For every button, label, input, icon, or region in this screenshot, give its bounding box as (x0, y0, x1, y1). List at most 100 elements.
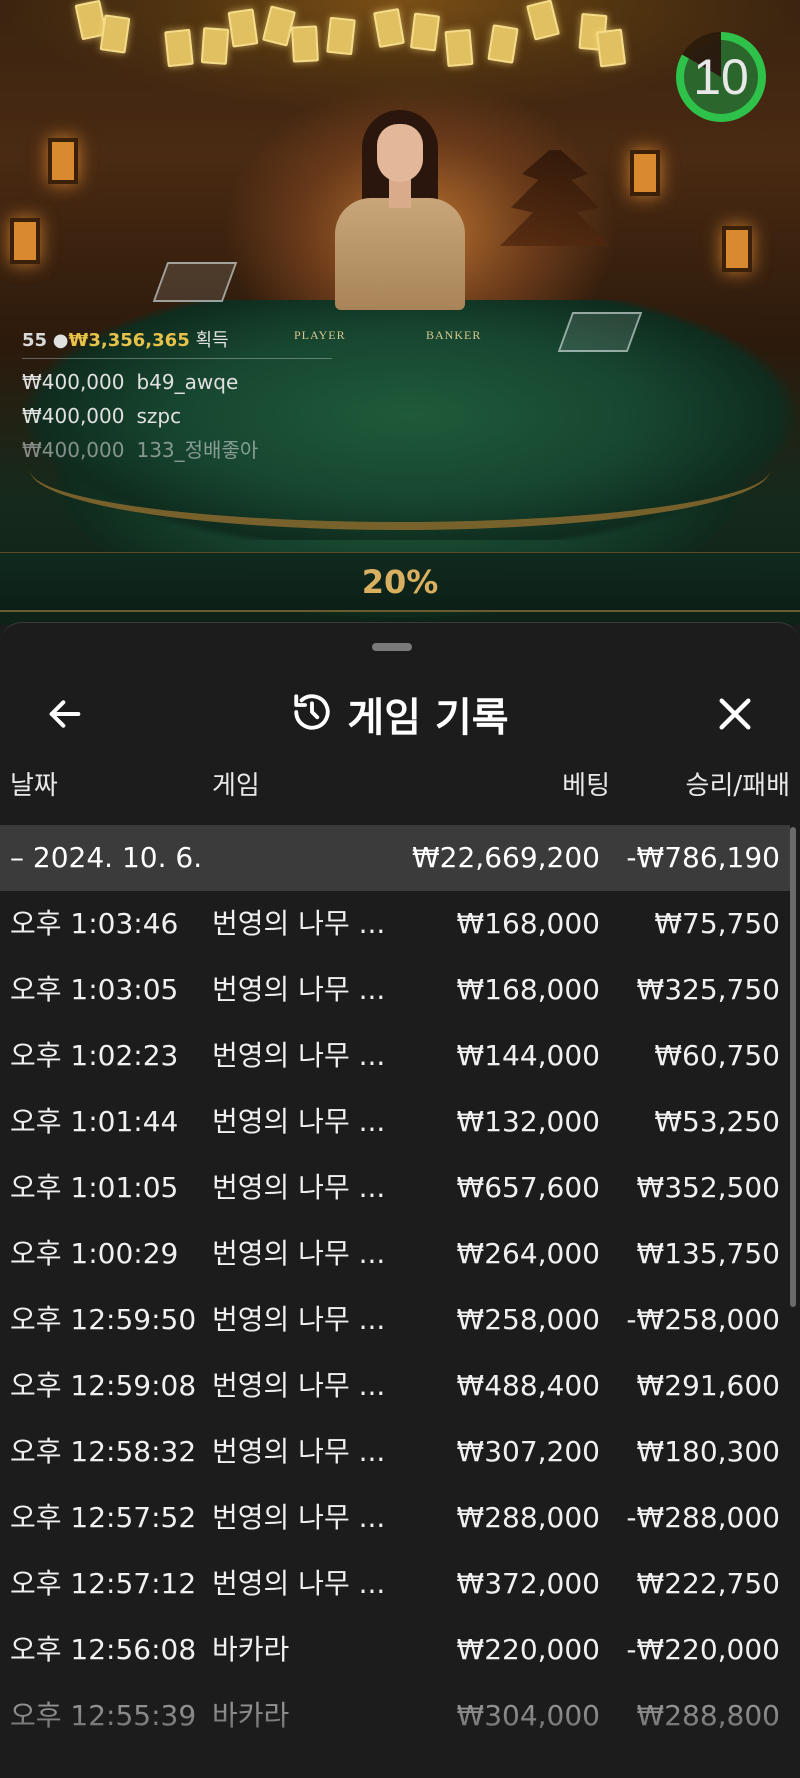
row-game: 번영의 나무 ... (212, 1105, 386, 1138)
table-row[interactable]: 오후 1:03:46 번영의 나무 ... ₩168,000 ₩75,750 (0, 891, 790, 957)
row-time: 오후 1:00:29 (10, 1237, 179, 1270)
row-time: 오후 12:56:08 (10, 1633, 197, 1666)
winner-count: 55 (22, 330, 48, 351)
list-fade (0, 1708, 800, 1778)
table-row[interactable]: 오후 12:56:08 바카라 ₩220,000 -₩220,000 (0, 1617, 790, 1683)
hanging-card (487, 24, 519, 64)
winners-suffix: 획득 (195, 330, 229, 351)
winner-row: ₩400,000 b49_awqe (22, 365, 332, 399)
row-bet: ₩307,200 (456, 1435, 600, 1468)
row-time: 오후 1:01:44 (10, 1105, 179, 1138)
row-time: 오후 12:58:32 (10, 1435, 197, 1468)
drag-handle[interactable] (372, 643, 412, 651)
table-row[interactable]: 오후 12:57:12 번영의 나무 ... ₩372,000 ₩222,750 (0, 1551, 790, 1617)
group-result-total: -₩786,190 (626, 841, 780, 874)
lantern (722, 226, 752, 272)
row-game: 바카라 (212, 1633, 290, 1666)
hanging-card (291, 25, 319, 63)
sheet-header: 게임 기록 (0, 669, 800, 759)
table-header: 날짜 게임 베팅 승리/패배 (0, 765, 800, 821)
betting-timer: 10 (676, 32, 766, 122)
winner-amount: ₩400,000 (22, 438, 125, 462)
history-icon (291, 691, 333, 737)
row-result: ₩53,250 (654, 1105, 780, 1138)
scrollbar[interactable] (790, 827, 796, 1307)
col-result: 승리/패배 (685, 771, 790, 801)
row-game: 번영의 나무 ... (212, 1435, 386, 1468)
table-row[interactable]: 오후 1:01:44 번영의 나무 ... ₩132,000 ₩53,250 (0, 1089, 790, 1155)
row-game: 번영의 나무 ... (212, 1303, 386, 1336)
row-game: 번영의 나무 ... (212, 1369, 386, 1402)
row-bet: ₩258,000 (456, 1303, 600, 1336)
winner-name: b49_awqe (136, 370, 239, 394)
sheet-title-wrap: 게임 기록 (0, 669, 800, 759)
row-time: 오후 1:02:23 (10, 1039, 179, 1072)
winner-row: ₩400,000 szpc (22, 399, 332, 433)
row-time: 오후 1:03:46 (10, 907, 179, 940)
row-time: 오후 1:03:05 (10, 973, 179, 1006)
card-shoe (557, 312, 643, 352)
row-bet: ₩132,000 (456, 1105, 600, 1138)
row-bet: ₩144,000 (456, 1039, 600, 1072)
col-game: 게임 (212, 771, 260, 801)
col-bet: 베팅 (562, 771, 610, 801)
date-group-row[interactable]: – 2024. 10. 6. ₩22,669,200 -₩786,190 (0, 825, 790, 891)
table-row[interactable]: 오후 1:03:05 번영의 나무 ... ₩168,000 ₩325,750 (0, 957, 790, 1023)
row-result: ₩222,750 (636, 1567, 780, 1600)
winner-row: ₩400,000 133_정배좋아 (22, 433, 332, 467)
hanging-card (200, 27, 230, 65)
timer-value: 10 (693, 49, 749, 105)
row-game: 번영의 나무 ... (212, 1171, 386, 1204)
row-game: 번영의 나무 ... (212, 1567, 386, 1600)
lantern (48, 138, 78, 184)
row-bet: ₩488,400 (456, 1369, 600, 1402)
winner-amount: ₩400,000 (22, 370, 125, 394)
row-result: ₩325,750 (636, 973, 780, 1006)
hanging-card (595, 28, 627, 68)
row-game: 번영의 나무 ... (212, 907, 386, 940)
winners-summary: 55 ●₩3,356,365 획득 (22, 326, 332, 352)
group-date: – 2024. 10. 6. (10, 841, 203, 874)
row-time: 오후 12:59:08 (10, 1369, 197, 1402)
row-time: 오후 12:57:52 (10, 1501, 197, 1534)
banker-label: BANKER (426, 328, 482, 342)
arrow-left-icon (49, 700, 81, 728)
winner-name: szpc (136, 404, 182, 428)
row-result: -₩288,000 (626, 1501, 780, 1534)
close-button[interactable] (710, 689, 760, 739)
row-bet: ₩220,000 (456, 1633, 600, 1666)
card-shoe (152, 262, 238, 302)
round-progress-label: 20% (361, 563, 439, 601)
hanging-card (326, 16, 356, 56)
dealer (335, 110, 465, 310)
lantern (630, 150, 660, 196)
table-row[interactable]: 오후 12:59:50 번영의 나무 ... ₩258,000 -₩258,000 (0, 1287, 790, 1353)
back-button[interactable] (40, 689, 90, 739)
group-bet-total: ₩22,669,200 (411, 841, 600, 874)
close-icon (719, 698, 751, 730)
table-row[interactable]: 오후 1:01:05 번영의 나무 ... ₩657,600 ₩352,500 (0, 1155, 790, 1221)
game-history-sheet: 게임 기록 날짜 게임 베팅 승리/패배 – 2024. 10. 6. ₩22,… (0, 622, 800, 1778)
row-time: 오후 12:57:12 (10, 1567, 197, 1600)
row-bet: ₩657,600 (456, 1171, 600, 1204)
row-bet: ₩288,000 (456, 1501, 600, 1534)
row-bet: ₩372,000 (456, 1567, 600, 1600)
row-bet: ₩168,000 (456, 907, 600, 940)
winner-amount: ₩400,000 (22, 404, 125, 428)
row-game: 번영의 나무 ... (212, 1501, 386, 1534)
live-video-stream: PLAYER BANKER 10 55 ●₩3,356,365 획득 ₩400,… (0, 0, 800, 625)
table-row[interactable]: 오후 1:00:29 번영의 나무 ... ₩264,000 ₩135,750 (0, 1221, 790, 1287)
lantern (10, 218, 40, 264)
row-game: 번영의 나무 ... (212, 1039, 386, 1072)
row-result: ₩135,750 (636, 1237, 780, 1270)
row-bet: ₩264,000 (456, 1237, 600, 1270)
hanging-card (164, 28, 194, 68)
table-row[interactable]: 오후 12:57:52 번영의 나무 ... ₩288,000 -₩288,000 (0, 1485, 790, 1551)
hanging-card (409, 12, 441, 52)
person-icon: ● (52, 330, 69, 351)
table-row[interactable]: 오후 12:59:08 번영의 나무 ... ₩488,400 ₩291,600 (0, 1353, 790, 1419)
round-progress-bar: 20% (0, 552, 800, 612)
hanging-card (99, 14, 131, 54)
table-row[interactable]: 오후 1:02:23 번영의 나무 ... ₩144,000 ₩60,750 (0, 1023, 790, 1089)
table-row[interactable]: 오후 12:58:32 번영의 나무 ... ₩307,200 ₩180,300 (0, 1419, 790, 1485)
